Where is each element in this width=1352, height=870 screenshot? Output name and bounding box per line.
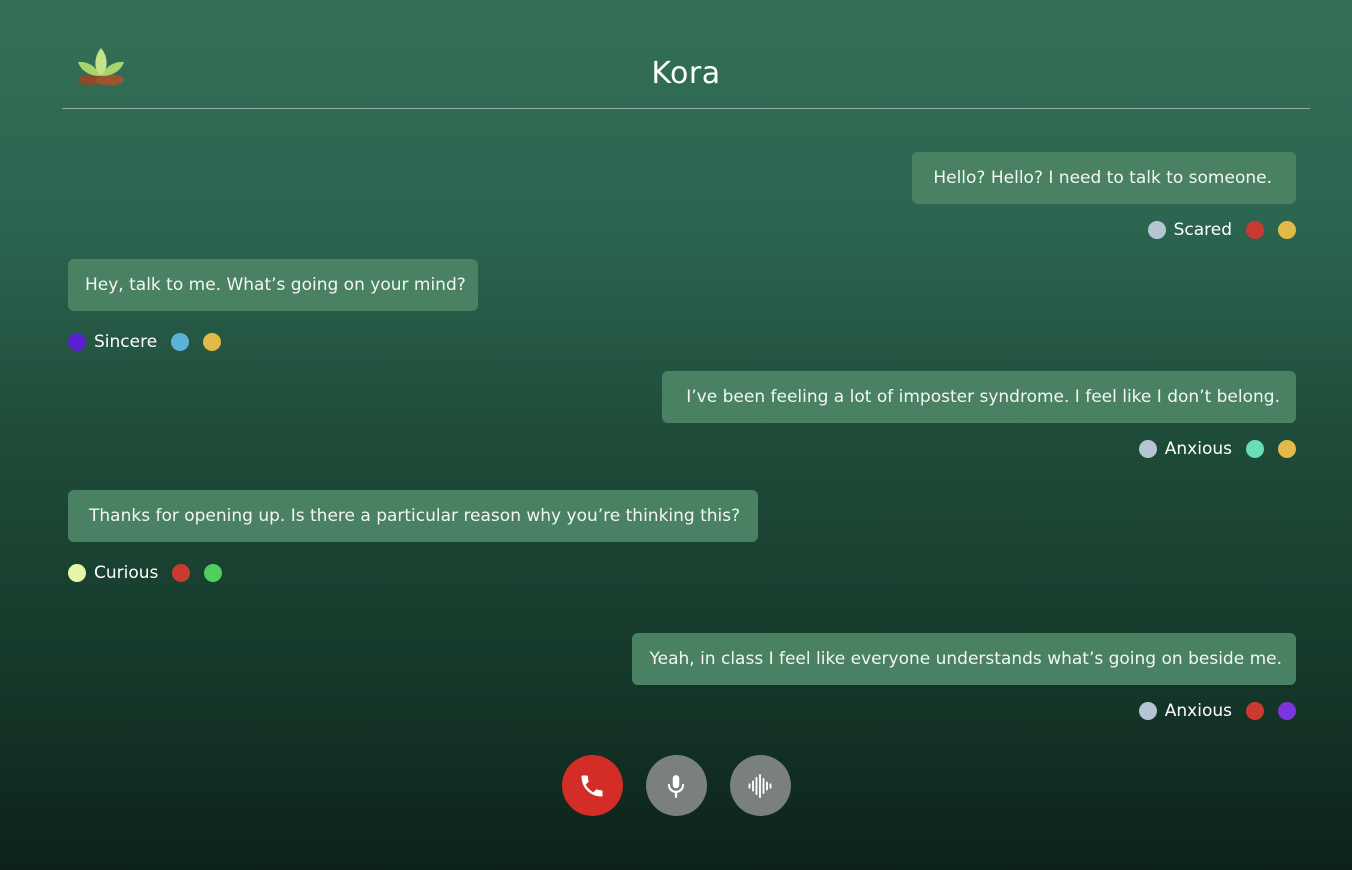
message-assistant-2: Thanks for opening up. Is there a partic… — [68, 490, 759, 542]
emotion-dot — [1278, 221, 1296, 239]
voice-button[interactable] — [729, 755, 791, 816]
emotion-dot — [1147, 221, 1166, 239]
call-controls — [0, 755, 1352, 816]
microphone-button[interactable] — [645, 755, 707, 816]
microphone-icon — [667, 774, 685, 798]
emotion-label: Anxious — [1164, 701, 1232, 721]
app-header: Kora — [62, 0, 1310, 109]
emotion-row: Sincere — [68, 332, 222, 352]
emotion-label: Scared — [1173, 220, 1232, 240]
emotion-dot — [171, 333, 190, 351]
end-call-button[interactable] — [561, 755, 623, 816]
waveform-icon — [748, 773, 772, 798]
message-bubble: Thanks for opening up. Is there a partic… — [68, 490, 759, 542]
message-bubble: Yeah, in class I feel like everyone unde… — [632, 633, 1296, 685]
emotion-label: Sincere — [94, 332, 158, 352]
phone-icon — [581, 775, 603, 796]
emotion-label: Curious — [94, 563, 159, 583]
emotion-dot — [204, 564, 223, 582]
emotion-dot — [1278, 702, 1296, 720]
message-bubble: I’ve been feeling a lot of imposter synd… — [662, 371, 1296, 423]
emotion-dot — [68, 333, 86, 351]
emotion-dot — [1278, 440, 1296, 458]
message-bubble: Hello? Hello? I need to talk to someone. — [912, 152, 1296, 204]
emotion-dot — [1246, 440, 1264, 458]
emotion-dot — [1246, 702, 1264, 720]
emotion-dot — [68, 564, 86, 582]
message-user-3: Yeah, in class I feel like everyone unde… — [632, 633, 1296, 685]
emotion-dot — [1246, 221, 1264, 239]
emotion-row: Anxious — [1138, 701, 1296, 721]
emotion-dot — [1138, 440, 1157, 458]
emotion-dot — [172, 564, 191, 582]
message-user-2: I’ve been feeling a lot of imposter synd… — [662, 371, 1296, 423]
emotion-row: Anxious — [1138, 439, 1296, 459]
emotion-row: Scared — [1147, 220, 1296, 240]
emotion-row: Curious — [68, 563, 223, 583]
emotion-dot — [1138, 702, 1157, 720]
message-assistant-1: Hey, talk to me. What’s going on your mi… — [68, 259, 478, 311]
message-bubble: Hey, talk to me. What’s going on your mi… — [68, 259, 478, 311]
emotion-dot — [203, 333, 222, 351]
message-user-1: Hello? Hello? I need to talk to someone. — [912, 152, 1296, 204]
emotion-label: Anxious — [1164, 439, 1232, 459]
app-title: Kora — [651, 56, 721, 91]
